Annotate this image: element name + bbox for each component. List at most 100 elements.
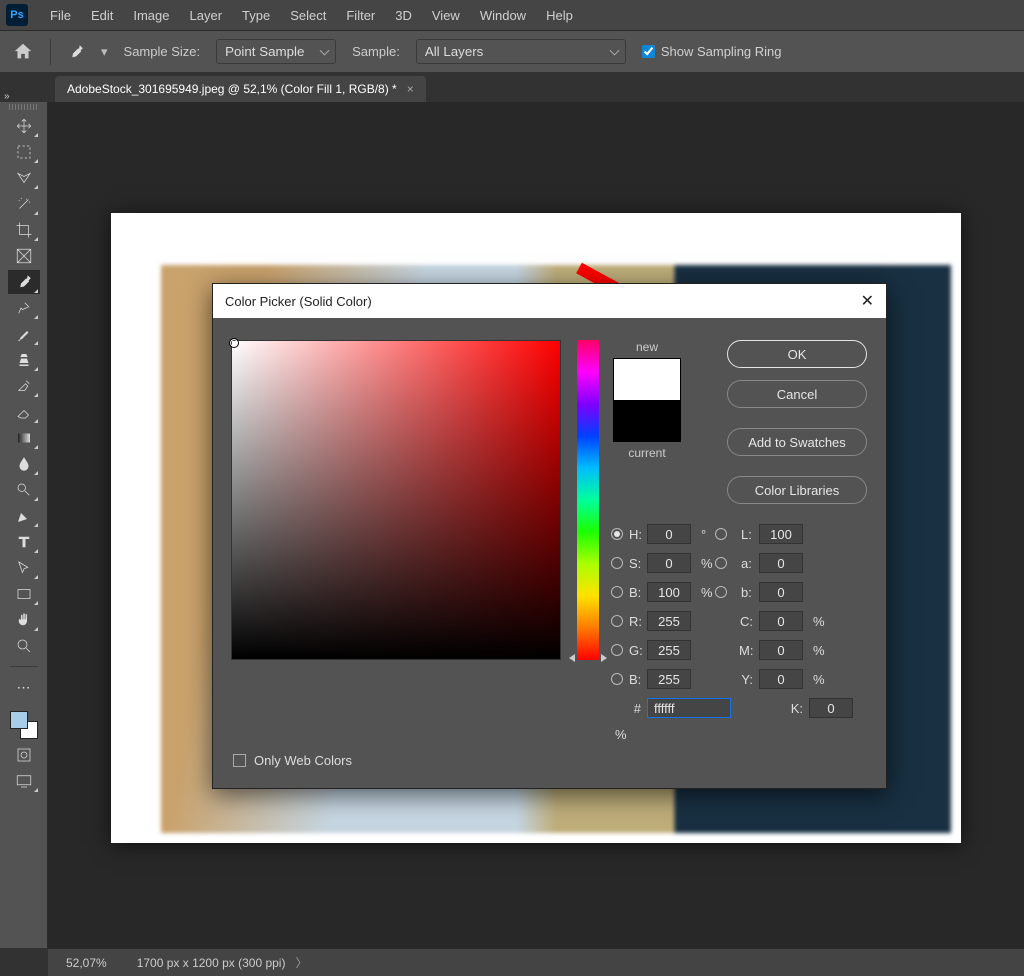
hand-tool[interactable] (8, 608, 40, 632)
sample-size-select[interactable]: Point Sample (216, 39, 336, 64)
edit-toolbar-icon[interactable]: ⋯ (8, 675, 40, 699)
menu-window[interactable]: Window (470, 2, 536, 29)
sample-select[interactable]: All Layers (416, 39, 626, 64)
ok-button[interactable]: OK (727, 340, 867, 368)
menu-view[interactable]: View (422, 2, 470, 29)
lasso-tool[interactable] (8, 166, 40, 190)
dialog-title: Color Picker (Solid Color) (225, 294, 372, 309)
input-g[interactable] (647, 640, 691, 660)
panel-handle[interactable] (9, 104, 39, 110)
hue-slider[interactable] (577, 340, 599, 660)
eyedropper-icon[interactable] (67, 43, 85, 61)
screen-mode-tool[interactable] (8, 769, 40, 793)
new-color-swatch (614, 359, 680, 400)
status-bar: 52,07% 1700 px x 1200 px (300 ppi) 〉 (48, 948, 1024, 976)
eyedropper-tool[interactable] (8, 270, 40, 294)
radio-bv[interactable] (611, 586, 623, 598)
dodge-tool[interactable] (8, 478, 40, 502)
options-bar: ▾ Sample Size: Point Sample Sample: All … (0, 30, 1024, 72)
brush-tool[interactable] (8, 322, 40, 346)
current-color-swatch[interactable] (614, 400, 680, 441)
menu-select[interactable]: Select (280, 2, 336, 29)
input-h[interactable] (647, 524, 691, 544)
only-web-colors-checkbox[interactable]: Only Web Colors (233, 753, 352, 768)
menu-3d[interactable]: 3D (385, 2, 422, 29)
input-l[interactable] (759, 524, 803, 544)
input-bv[interactable] (647, 582, 691, 602)
cancel-button[interactable]: Cancel (727, 380, 867, 408)
input-s[interactable] (647, 553, 691, 573)
menu-type[interactable]: Type (232, 2, 280, 29)
input-m[interactable] (759, 640, 803, 660)
document-tab[interactable]: AdobeStock_301695949.jpeg @ 52,1% (Color… (55, 76, 426, 102)
input-b[interactable] (647, 669, 691, 689)
input-r[interactable] (647, 611, 691, 631)
pen-tool[interactable] (8, 504, 40, 528)
marquee-tool[interactable] (8, 140, 40, 164)
close-icon[interactable]: ✕ (861, 291, 874, 311)
document-tab-title: AdobeStock_301695949.jpeg @ 52,1% (Color… (67, 82, 397, 96)
input-labb[interactable] (759, 582, 803, 602)
color-values-grid: H:° L: S:% a: B:% b: R: C:% G: M:% B: Y:… (611, 524, 868, 742)
path-selection-tool[interactable] (8, 556, 40, 580)
hash-label: # (627, 701, 647, 716)
chevron-down-icon[interactable]: ▾ (101, 44, 108, 60)
zoom-readout[interactable]: 52,07% (66, 956, 107, 970)
color-swatches[interactable] (8, 709, 40, 741)
ps-logo: Ps (6, 4, 28, 26)
eraser-tool[interactable] (8, 400, 40, 424)
doc-dimensions[interactable]: 1700 px x 1200 px (300 ppi) (137, 956, 286, 970)
radio-l[interactable] (715, 528, 727, 540)
crop-tool[interactable] (8, 218, 40, 242)
radio-labb[interactable] (715, 586, 727, 598)
input-a[interactable] (759, 553, 803, 573)
magic-wand-tool[interactable] (8, 192, 40, 216)
clone-stamp-tool[interactable] (8, 348, 40, 372)
menu-edit[interactable]: Edit (81, 2, 123, 29)
dialog-titlebar[interactable]: Color Picker (Solid Color) ✕ (213, 284, 886, 318)
input-y[interactable] (759, 669, 803, 689)
color-preview (613, 358, 681, 442)
menu-file[interactable]: File (40, 2, 81, 29)
input-k[interactable] (809, 698, 853, 718)
blur-tool[interactable] (8, 452, 40, 476)
menu-help[interactable]: Help (536, 2, 583, 29)
document-tab-bar: » AdobeStock_301695949.jpeg @ 52,1% (Col… (0, 72, 1024, 102)
healing-brush-tool[interactable] (8, 296, 40, 320)
input-c[interactable] (759, 611, 803, 631)
sample-label: Sample: (352, 44, 400, 59)
input-hex[interactable] (647, 698, 731, 718)
foreground-swatch[interactable] (10, 711, 28, 729)
color-cursor[interactable] (229, 338, 239, 348)
tab-scroll-icon[interactable]: » (4, 73, 10, 102)
radio-h[interactable] (611, 528, 623, 540)
new-label: new (636, 340, 658, 354)
radio-bb[interactable] (611, 673, 623, 685)
home-icon[interactable] (12, 41, 34, 63)
color-picker-dialog: Color Picker (Solid Color) ✕ Only Web Co… (212, 283, 887, 789)
rectangle-tool[interactable] (8, 582, 40, 606)
history-brush-tool[interactable] (8, 374, 40, 398)
menu-filter[interactable]: Filter (336, 2, 385, 29)
zoom-tool[interactable] (8, 634, 40, 658)
color-libraries-button[interactable]: Color Libraries (727, 476, 867, 504)
type-tool[interactable] (8, 530, 40, 554)
close-tab-icon[interactable]: × (407, 82, 414, 96)
move-tool[interactable] (8, 114, 40, 138)
radio-s[interactable] (611, 557, 623, 569)
menu-bar: Ps File Edit Image Layer Type Select Fil… (0, 0, 1024, 30)
chevron-right-icon[interactable]: 〉 (295, 954, 307, 971)
add-swatches-button[interactable]: Add to Swatches (727, 428, 867, 456)
radio-r[interactable] (611, 615, 623, 627)
saturation-field[interactable] (231, 340, 561, 660)
current-label: current (628, 446, 665, 460)
gradient-tool[interactable] (8, 426, 40, 450)
frame-tool[interactable] (8, 244, 40, 268)
sample-size-label: Sample Size: (124, 44, 201, 59)
quickmask-tool[interactable] (8, 743, 40, 767)
radio-a[interactable] (715, 557, 727, 569)
menu-layer[interactable]: Layer (180, 2, 233, 29)
menu-image[interactable]: Image (123, 2, 179, 29)
show-sampling-ring-checkbox[interactable]: Show Sampling Ring (642, 44, 782, 59)
radio-g[interactable] (611, 644, 623, 656)
